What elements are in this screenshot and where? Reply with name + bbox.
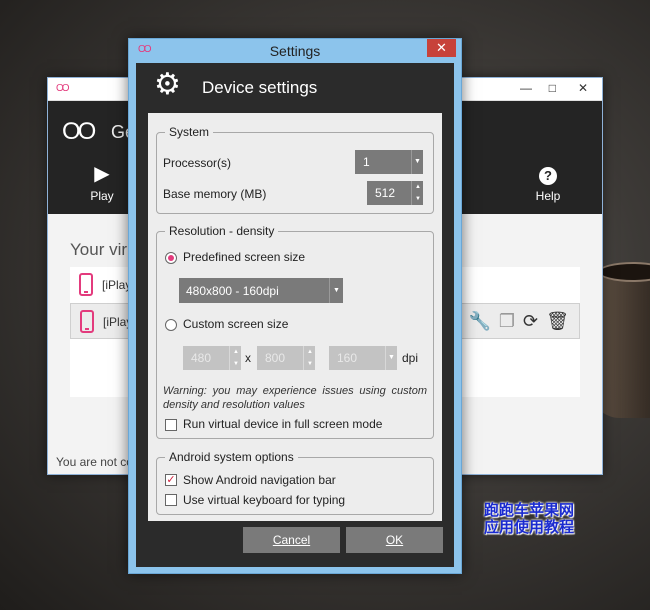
processors-select[interactable]: 1 ▼: [355, 150, 423, 174]
app-logo-icon: OO: [56, 83, 69, 94]
processors-value: 1: [363, 155, 370, 169]
stepper-arrows[interactable]: ▲ ▼: [411, 181, 423, 205]
device-name: [iPlay: [102, 278, 132, 292]
custom-width-value: 480: [191, 351, 212, 365]
dpi-unit: dpi: [402, 351, 419, 365]
system-group: System Processor(s) 1 ▼ Base memory (MB)…: [156, 125, 434, 214]
dialog-header: ⚙ Device settings: [136, 63, 454, 109]
stepper-arrows[interactable]: ▲ ▼: [229, 346, 241, 370]
resolution-legend: Resolution - density: [165, 224, 279, 238]
reset-icon[interactable]: ⟳: [523, 311, 538, 331]
memory-stepper[interactable]: 512 ▲ ▼: [367, 181, 423, 205]
genymotion-logo-icon: OO: [62, 118, 96, 145]
chevron-down-icon[interactable]: ▼: [411, 150, 423, 174]
dialog-titlebar: OO Settings ✕: [129, 39, 461, 63]
times-symbol: x: [245, 351, 251, 365]
clone-icon[interactable]: ❐: [499, 311, 515, 331]
nav-bar-label: Show Android navigation bar: [183, 473, 336, 487]
maximize-icon[interactable]: □: [549, 81, 556, 95]
memory-value: 512: [375, 186, 396, 200]
keyboard-checkbox[interactable]: [165, 494, 177, 506]
android-legend: Android system options: [165, 450, 298, 464]
help-button[interactable]: ? Help: [518, 163, 578, 203]
custom-dpi-select[interactable]: 160 ▼: [329, 346, 397, 370]
help-label: Help: [535, 189, 561, 203]
resolution-group: Resolution - density Predefined screen s…: [156, 224, 434, 439]
processors-label: Processor(s): [163, 156, 232, 170]
trash-icon[interactable]: 🗑: [546, 311, 569, 331]
virtual-devices-title: Your vir: [70, 240, 128, 259]
watermark: 跑跑车苹果网 应用使用教程: [484, 502, 574, 536]
settings-dialog: OO Settings ✕ ⚙ Device settings System P…: [128, 38, 462, 574]
cancel-button[interactable]: Cancel: [243, 527, 340, 553]
custom-width-stepper[interactable]: 480 ▲ ▼: [183, 346, 241, 370]
chevron-down-icon[interactable]: ▼: [385, 346, 397, 370]
settings-panel: System Processor(s) 1 ▼ Base memory (MB)…: [148, 113, 442, 521]
android-options-group: Android system options ✓ Show Android na…: [156, 450, 434, 515]
custom-dpi-value: 160: [337, 351, 358, 365]
dialog-header-title: Device settings: [202, 78, 318, 97]
gear-icon: ⚙: [154, 68, 181, 101]
row-actions: 🔧 ❐ ⟳ 🗑: [460, 311, 569, 332]
custom-label: Custom screen size: [183, 317, 289, 331]
dialog-title: Settings: [269, 43, 321, 59]
keyboard-label: Use virtual keyboard for typing: [183, 493, 346, 507]
custom-height-value: 800: [265, 351, 286, 365]
play-label: Play: [90, 189, 114, 203]
dialog-body: ⚙ Device settings System Processor(s) 1 …: [136, 63, 454, 567]
nav-bar-checkbox[interactable]: ✓: [165, 474, 177, 486]
predefined-label: Predefined screen size: [183, 250, 306, 264]
predefined-size-select[interactable]: 480x800 - 160dpi ▼: [179, 278, 343, 303]
help-icon: ?: [518, 163, 578, 185]
dialog-close-button[interactable]: ✕: [427, 39, 456, 57]
ok-button[interactable]: OK: [346, 527, 443, 553]
close-icon[interactable]: ✕: [578, 81, 588, 95]
phone-icon: [80, 310, 94, 333]
custom-height-stepper[interactable]: 800 ▲ ▼: [257, 346, 315, 370]
watermark-line-1: 跑跑车苹果网: [484, 501, 575, 519]
custom-radio[interactable]: [165, 319, 177, 331]
fullscreen-checkbox[interactable]: [165, 419, 177, 431]
density-warning: Warning: you may experience issues using…: [163, 385, 427, 411]
watermark-line-2: 应用使用教程: [484, 518, 575, 536]
wrench-icon[interactable]: 🔧: [468, 311, 490, 331]
memory-label: Base memory (MB): [163, 187, 267, 201]
predefined-size-value: 480x800 - 160dpi: [186, 284, 279, 298]
minimize-icon[interactable]: —: [520, 81, 532, 95]
predefined-radio[interactable]: [165, 252, 177, 264]
play-button[interactable]: ▶ Play: [72, 163, 132, 203]
play-icon: ▶: [94, 163, 110, 185]
fullscreen-label: Run virtual device in full screen mode: [183, 417, 383, 431]
phone-icon: [79, 273, 93, 296]
chevron-down-icon[interactable]: ▼: [329, 278, 343, 303]
system-legend: System: [165, 125, 214, 139]
stepper-arrows[interactable]: ▲ ▼: [303, 346, 315, 370]
